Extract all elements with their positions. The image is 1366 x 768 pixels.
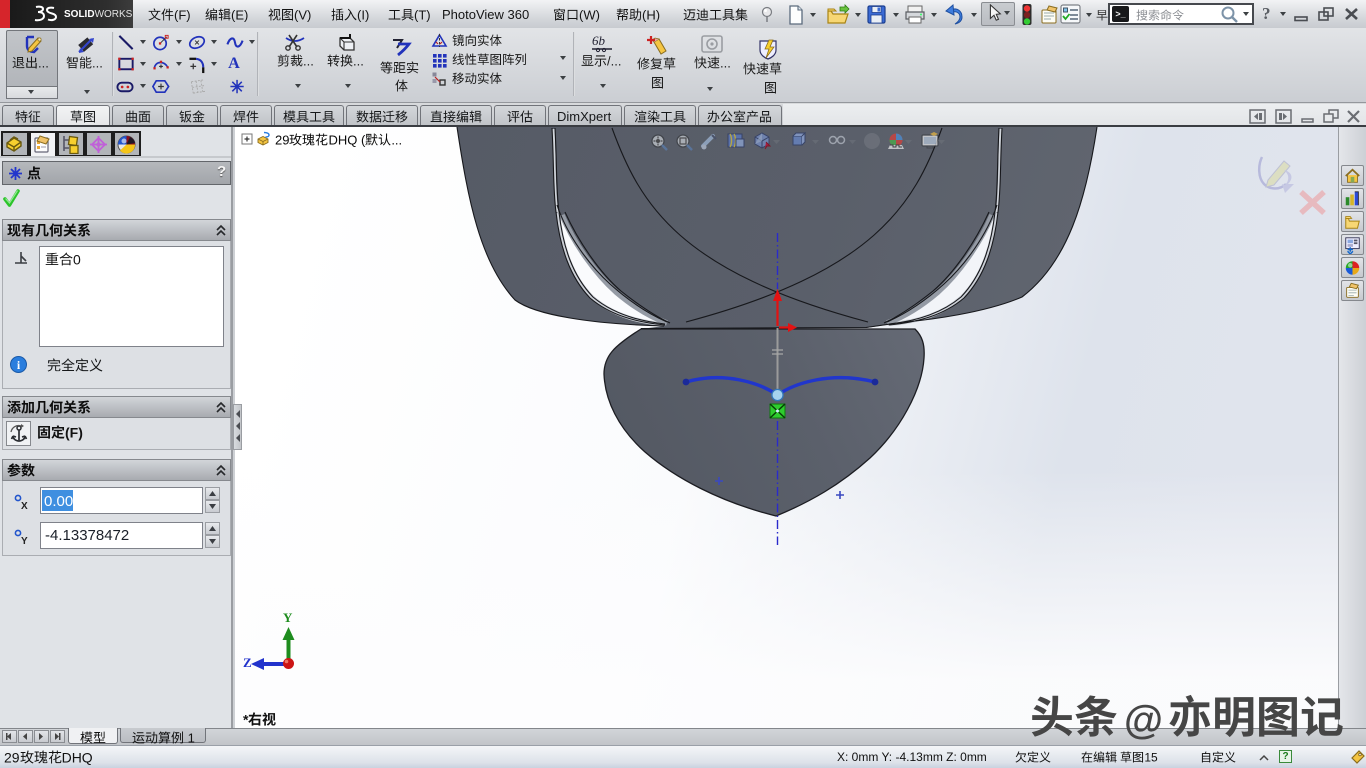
svg-text:A: A (228, 55, 240, 72)
svg-text:X: X (21, 501, 28, 512)
svg-text:6b: 6b (592, 33, 606, 48)
svg-text:Y: Y (21, 536, 28, 547)
